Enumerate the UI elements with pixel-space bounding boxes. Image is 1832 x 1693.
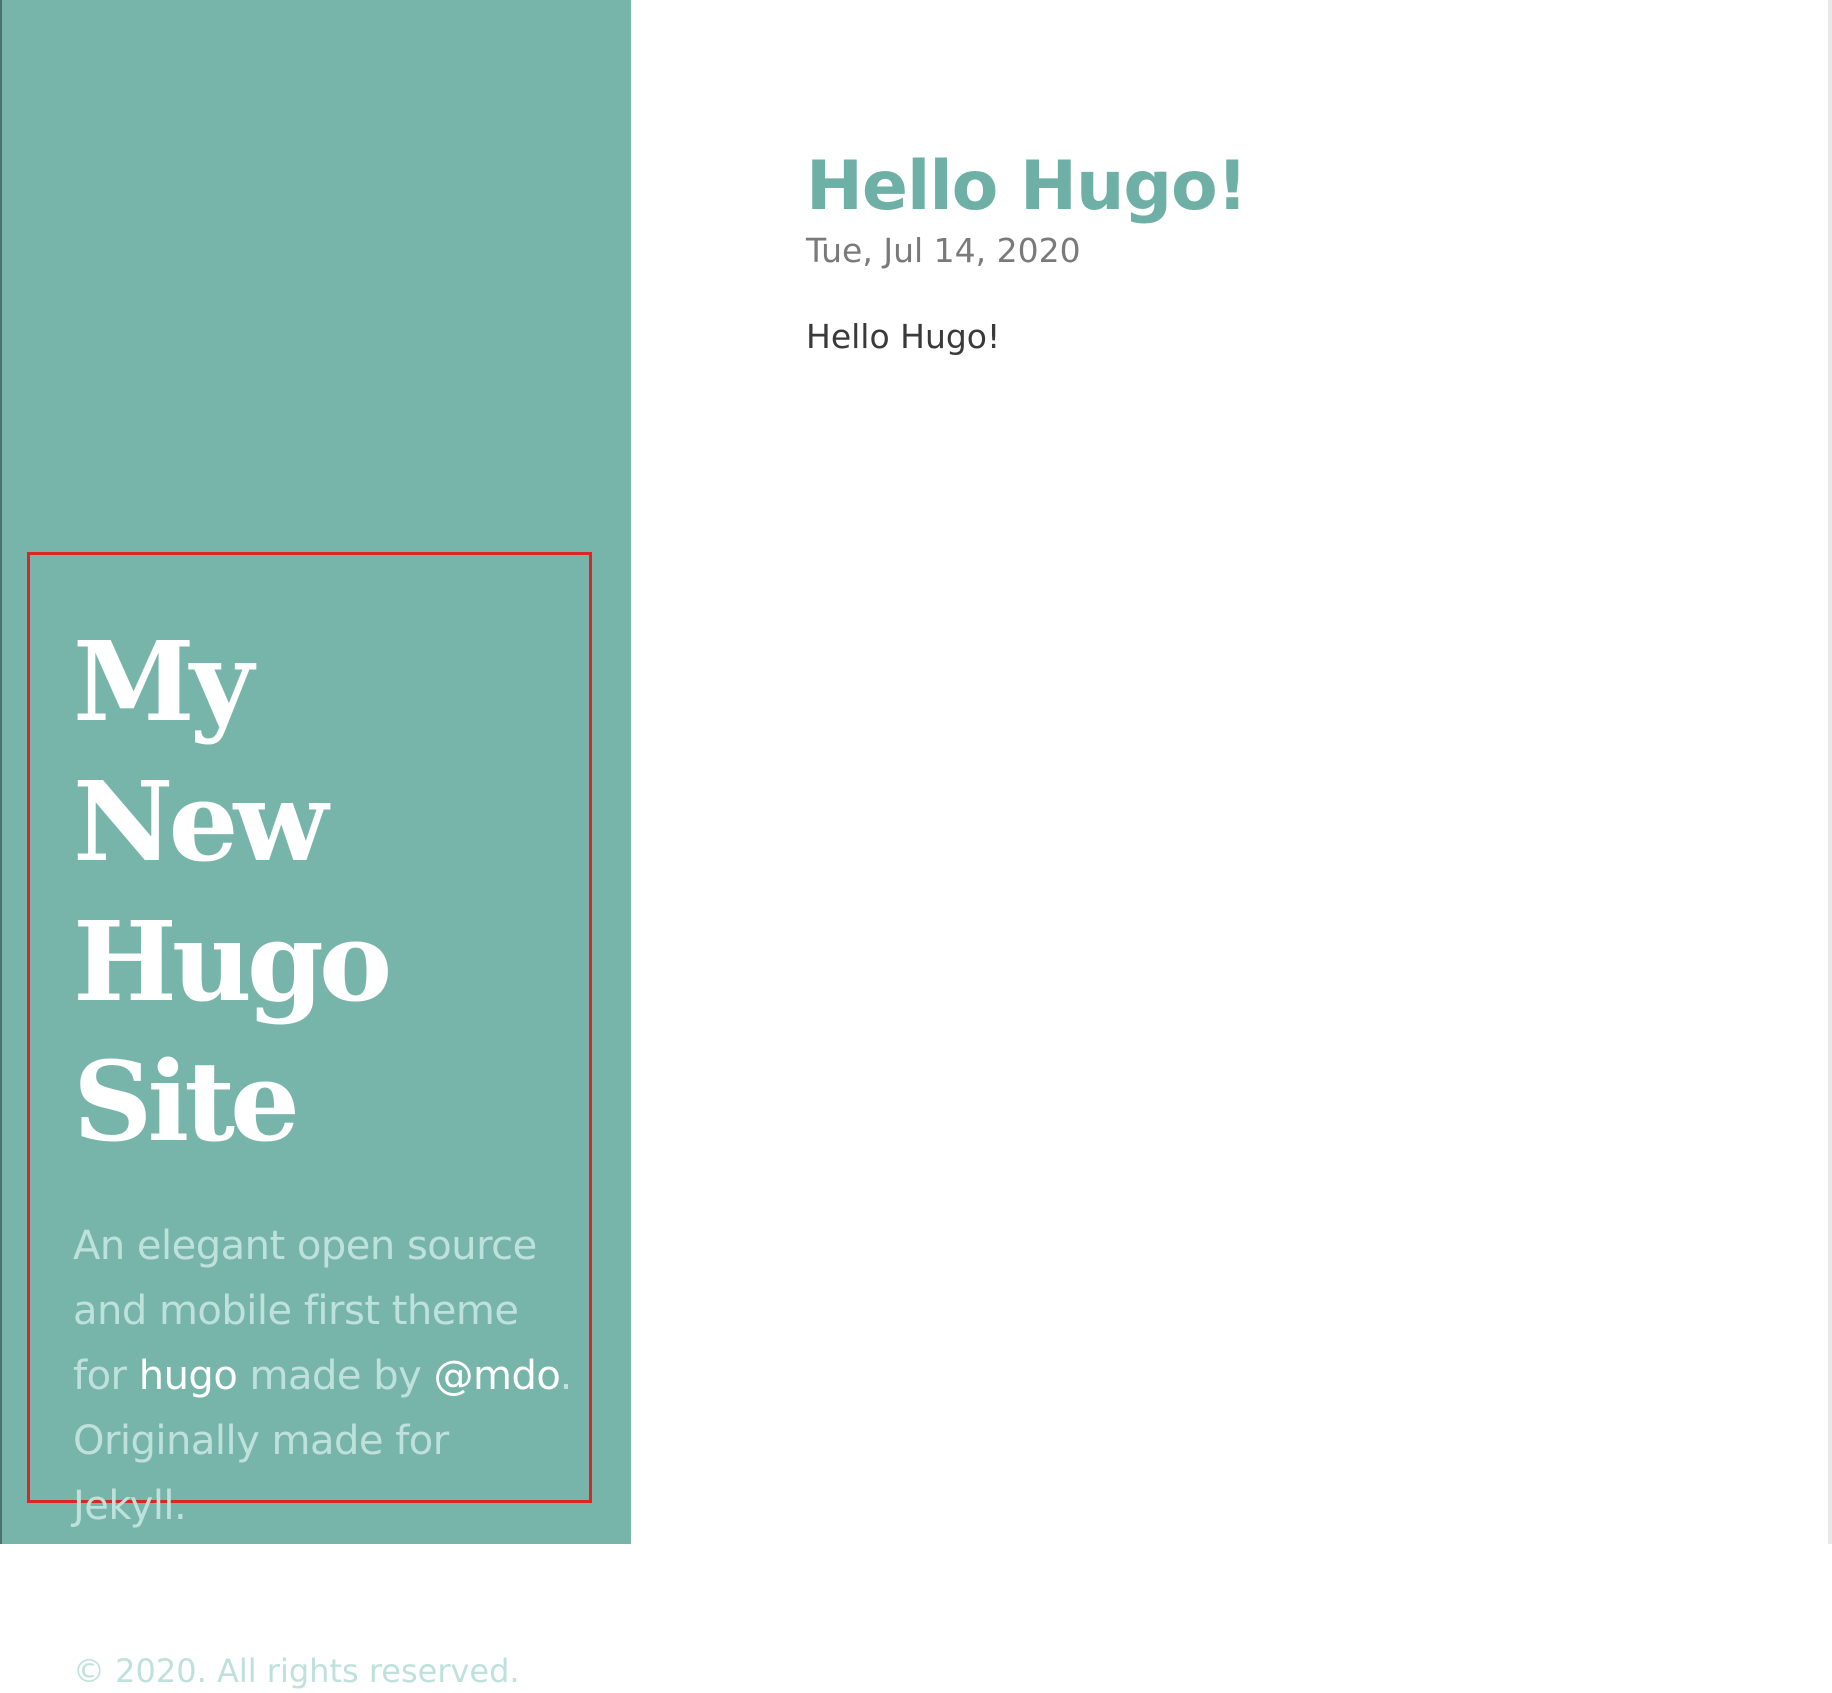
sidebar-content: My New Hugo Site An elegant open source … bbox=[73, 612, 573, 1693]
post-title[interactable]: Hello Hugo! bbox=[806, 145, 1706, 229]
main-content: Hello Hugo! Tue, Jul 14, 2020 Hello Hugo… bbox=[806, 145, 1706, 359]
nav-home-link[interactable]: Home bbox=[73, 1567, 173, 1611]
tagline-text: made by bbox=[237, 1353, 434, 1399]
post-body: Hello Hugo! bbox=[806, 317, 1001, 356]
copyright-text: © 2020. All rights reserved. bbox=[73, 1652, 520, 1690]
window-right-border bbox=[1828, 0, 1832, 1544]
mdo-link[interactable]: @mdo bbox=[433, 1353, 560, 1399]
site-title[interactable]: My New Hugo Site bbox=[73, 612, 513, 1172]
post: Hello Hugo! Tue, Jul 14, 2020 Hello Hugo… bbox=[806, 145, 1706, 359]
hugo-link[interactable]: hugo bbox=[139, 1353, 238, 1399]
sidebar: My New Hugo Site An elegant open source … bbox=[2, 0, 631, 1690]
sidebar-nav: Home bbox=[73, 1539, 573, 1611]
site-tagline: An elegant open source and mobile first … bbox=[73, 1214, 573, 1539]
post-date: Tue, Jul 14, 2020 bbox=[806, 231, 1081, 270]
